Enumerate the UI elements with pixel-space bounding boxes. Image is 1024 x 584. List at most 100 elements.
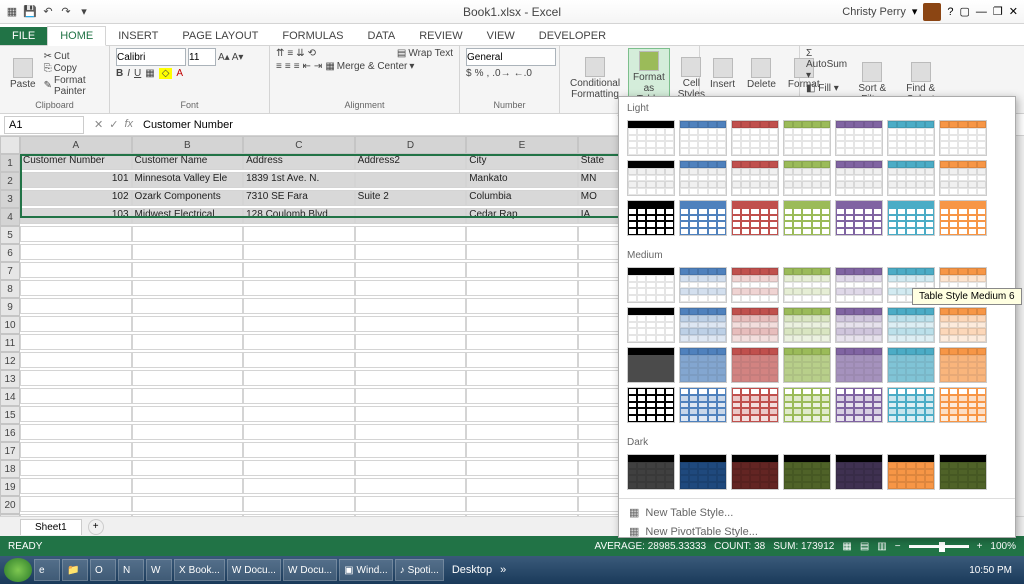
cell[interactable] [20,226,132,242]
cell[interactable]: Suite 2 [355,190,467,206]
table-style-option[interactable] [835,307,883,343]
tab-review[interactable]: REVIEW [407,27,474,45]
cell[interactable] [243,334,355,350]
table-style-option[interactable] [679,387,727,423]
task-onenote[interactable]: N [118,559,144,581]
cancel-formula-icon[interactable]: ✕ [94,118,103,131]
cell[interactable]: Cedar Rap [466,208,578,224]
table-style-option[interactable] [783,347,831,383]
delete-cells-button[interactable]: Delete [743,56,780,92]
align-center-icon[interactable]: ≡ [285,61,291,72]
cell[interactable] [243,496,355,512]
row-header[interactable]: 9 [0,298,20,316]
column-header[interactable]: E [466,136,578,154]
task-excel[interactable]: X Book... [174,559,225,581]
row-header[interactable]: 12 [0,352,20,370]
cell[interactable] [20,514,132,516]
tab-page-layout[interactable]: PAGE LAYOUT [170,27,270,45]
cell[interactable] [466,316,578,332]
table-style-option[interactable] [835,454,883,490]
table-style-option[interactable] [627,120,675,156]
fill-button[interactable]: ◧ Fill ▾ [806,83,847,94]
cell[interactable] [243,478,355,494]
cell[interactable] [355,478,467,494]
cell[interactable] [466,280,578,296]
align-middle-icon[interactable]: ≡ [287,48,293,59]
column-header[interactable]: C [243,136,355,154]
add-sheet-button[interactable]: + [88,519,104,535]
table-style-option[interactable] [887,120,935,156]
tab-home[interactable]: HOME [47,26,106,46]
cell[interactable]: 102 [20,190,132,206]
cell[interactable]: Ozark Components [132,190,244,206]
tab-formulas[interactable]: FORMULAS [270,27,355,45]
cell[interactable] [466,460,578,476]
cell[interactable]: 1839 1st Ave. N. [243,172,355,188]
cell[interactable] [20,460,132,476]
task-word3[interactable]: W Docu... [283,559,337,581]
conditional-formatting-button[interactable]: Conditional Formatting [566,55,624,102]
cell[interactable] [132,226,244,242]
table-style-option[interactable] [731,200,779,236]
taskbar-clock[interactable]: 10:50 PM [969,565,1020,576]
table-style-option[interactable] [627,200,675,236]
inc-decimal-icon[interactable]: .0→ [492,68,510,79]
cell[interactable] [355,280,467,296]
cell[interactable] [132,424,244,440]
column-header[interactable]: B [132,136,244,154]
table-style-option[interactable] [939,120,987,156]
cell[interactable] [243,424,355,440]
table-style-option[interactable] [835,160,883,196]
cell[interactable] [132,244,244,260]
cell[interactable] [132,496,244,512]
cut-button[interactable]: ✂ Cut [44,51,103,62]
table-style-option[interactable] [627,160,675,196]
cell[interactable] [355,424,467,440]
cell[interactable] [20,424,132,440]
cell[interactable] [132,298,244,314]
table-style-option[interactable] [731,387,779,423]
redo-icon[interactable]: ↷ [58,4,74,20]
cell[interactable] [132,334,244,350]
cell[interactable] [243,460,355,476]
row-header[interactable]: 15 [0,406,20,424]
row-header[interactable]: 20 [0,496,20,514]
table-style-option[interactable] [887,160,935,196]
undo-icon[interactable]: ↶ [40,4,56,20]
zoom-level[interactable]: 100% [990,541,1016,552]
row-header[interactable]: 19 [0,478,20,496]
sheet-tab[interactable]: Sheet1 [20,519,82,535]
table-style-option[interactable] [679,267,727,303]
cell[interactable] [355,370,467,386]
dec-decimal-icon[interactable]: ←.0 [514,68,532,79]
table-style-option[interactable] [679,347,727,383]
cell[interactable] [132,478,244,494]
table-style-option[interactable] [783,160,831,196]
task-ie[interactable]: e [34,559,60,581]
currency-icon[interactable]: $ [466,68,472,79]
cell[interactable] [20,298,132,314]
enter-formula-icon[interactable]: ✓ [109,118,118,131]
row-header[interactable]: 2 [0,172,20,190]
cell[interactable] [355,244,467,260]
table-style-option[interactable] [835,200,883,236]
cell[interactable] [132,514,244,516]
tab-developer[interactable]: DEVELOPER [527,27,618,45]
cell[interactable] [243,226,355,242]
close-icon[interactable]: ✕ [1009,5,1018,18]
zoom-in-icon[interactable]: + [977,541,983,552]
align-left-icon[interactable]: ≡ [276,61,282,72]
cell[interactable] [132,316,244,332]
cell[interactable] [132,352,244,368]
row-header[interactable]: 17 [0,442,20,460]
cell[interactable] [466,262,578,278]
row-header[interactable]: 8 [0,280,20,298]
cell[interactable] [466,514,578,516]
table-style-option[interactable] [731,267,779,303]
tab-view[interactable]: VIEW [475,27,527,45]
cell[interactable] [243,370,355,386]
maximize-icon[interactable]: ❐ [993,5,1003,18]
cell[interactable] [20,496,132,512]
table-style-option[interactable] [887,347,935,383]
row-header[interactable]: 1 [0,154,20,172]
